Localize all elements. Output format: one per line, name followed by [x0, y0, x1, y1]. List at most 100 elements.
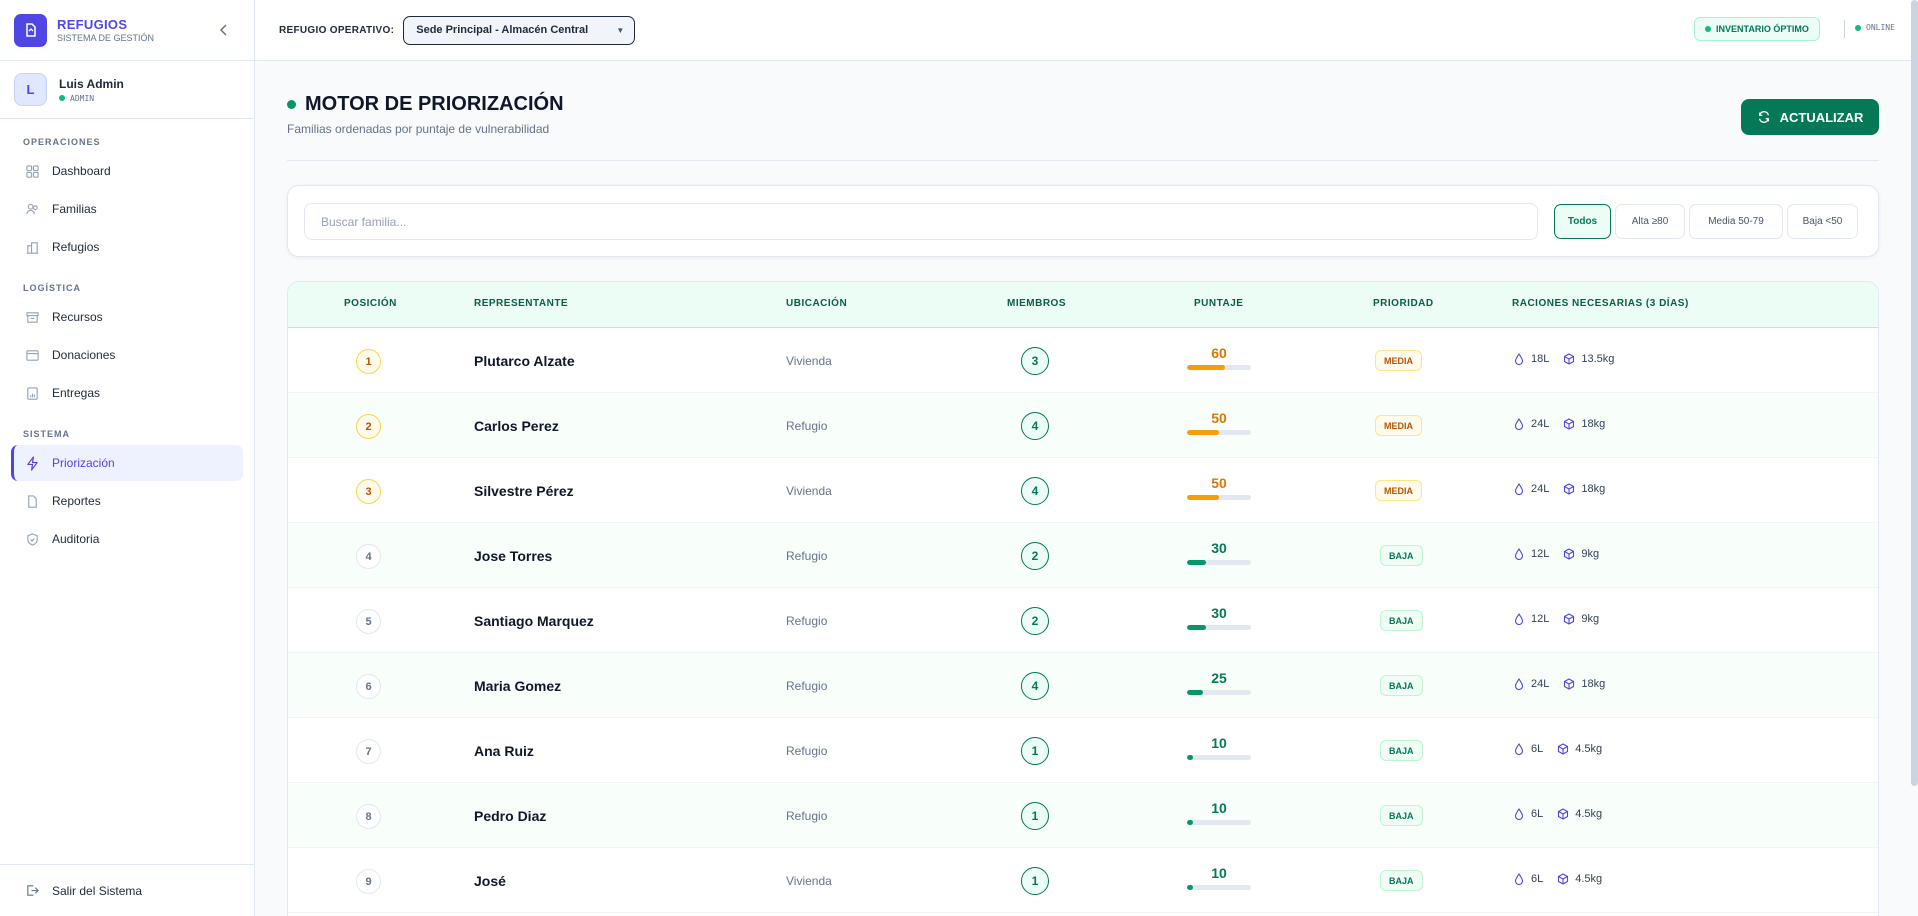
food-ration: 4.5kg — [1575, 808, 1603, 820]
refresh-button[interactable]: ACTUALIZAR — [1741, 99, 1879, 135]
representative-name: Maria Gomez — [474, 678, 562, 694]
score-value: 25 — [1211, 670, 1227, 686]
filter-chip-todos[interactable]: Todos — [1554, 204, 1611, 239]
score-bar-fill — [1187, 495, 1219, 500]
column-header-raciones: RACIONES NECESARIAS (3 DÍAS) — [1512, 298, 1689, 309]
food-ration: 18kg — [1581, 418, 1606, 430]
table-row[interactable]: 9 José Vivienda 1 10 BAJA 6L 4.5kg — [288, 848, 1878, 913]
score-bar — [1187, 560, 1251, 565]
water-drop-icon — [1514, 483, 1524, 495]
sidebar-item-entregas[interactable]: Entregas — [11, 375, 243, 411]
food-ration: 9kg — [1581, 548, 1600, 560]
sidebar-item-donaciones[interactable]: Donaciones — [11, 337, 243, 373]
score-bar-fill — [1187, 365, 1226, 370]
filter-chip-baja[interactable]: Baja <50 — [1787, 204, 1858, 239]
water-ration: 6L — [1531, 808, 1544, 820]
members-count: 4 — [1021, 477, 1049, 505]
priority-filter-chips: Todos Alta ≥80 Media 50-79 Baja <50 — [1554, 204, 1862, 239]
brand-title: REFUGIOS — [57, 17, 128, 32]
filter-chip-media[interactable]: Media 50-79 — [1689, 204, 1783, 239]
filter-chip-alta[interactable]: Alta ≥80 — [1615, 204, 1685, 239]
water-drop-icon — [1514, 353, 1524, 365]
priority-badge: MEDIA — [1375, 480, 1422, 501]
score: 30 — [1187, 540, 1251, 565]
table-row[interactable]: 1 Plutarco Alzate Vivienda 3 60 MEDIA 18… — [288, 328, 1878, 393]
sidebar-item-recursos[interactable]: Recursos — [11, 299, 243, 335]
representative-name: Silvestre Pérez — [474, 483, 574, 499]
package-icon — [1564, 613, 1575, 625]
score-bar-fill — [1187, 430, 1219, 435]
sidebar-item-reportes[interactable]: Reportes — [11, 483, 243, 519]
rations: 12L 9kg — [1513, 613, 1599, 625]
score-bar-fill — [1187, 885, 1194, 890]
document-icon — [28, 494, 37, 508]
sidebar-item-refugios[interactable]: Refugios — [11, 229, 243, 265]
rations: 6L 4.5kg — [1513, 873, 1602, 885]
nav-section-logistica: LOGÍSTICA — [23, 283, 81, 293]
package-icon — [1558, 808, 1569, 820]
table-row[interactable]: 7 Ana Ruiz Refugio 1 10 BAJA 6L 4.5kg — [288, 718, 1878, 783]
refresh-icon — [1758, 111, 1769, 123]
refugio-select[interactable]: Sede Principal - Almacén Central ▼ — [403, 15, 636, 45]
package-icon — [1558, 873, 1569, 885]
table-row[interactable]: 4 Jose Torres Refugio 2 30 BAJA 12L 9kg — [288, 523, 1878, 588]
collapse-sidebar-button[interactable] — [216, 22, 232, 38]
nav-section-operaciones: OPERACIONES — [23, 137, 101, 147]
users-icon — [26, 203, 38, 214]
location: Refugio — [786, 549, 828, 563]
score-value: 30 — [1211, 605, 1227, 621]
score-value: 50 — [1211, 475, 1227, 491]
water-ration: 12L — [1531, 548, 1550, 560]
page-subtitle: Familias ordenadas por puntaje de vulner… — [287, 122, 550, 136]
members-count: 4 — [1021, 672, 1049, 700]
table-row[interactable]: 3 Silvestre Pérez Vivienda 4 50 MEDIA 24… — [288, 458, 1878, 523]
representative-name: Santiago Marquez — [474, 613, 594, 629]
online-status: ONLINE — [1855, 23, 1895, 32]
position-badge: 5 — [356, 609, 381, 634]
score-bar-fill — [1187, 625, 1207, 630]
sidebar-item-auditoria[interactable]: Auditoria — [11, 521, 243, 557]
score-value: 10 — [1211, 735, 1227, 751]
scrollbar[interactable] — [1911, 0, 1918, 786]
food-ration: 4.5kg — [1575, 873, 1603, 885]
package-icon — [1558, 743, 1569, 755]
score: 60 — [1187, 345, 1251, 370]
table-row[interactable]: 6 Maria Gomez Refugio 4 25 BAJA 24L 18kg — [288, 653, 1878, 718]
user-profile[interactable]: L Luis Admin ADMIN — [0, 61, 254, 119]
members-count: 3 — [1021, 347, 1049, 375]
position-badge: 2 — [356, 414, 381, 439]
score-value: 60 — [1211, 345, 1227, 361]
score: 10 — [1187, 735, 1251, 760]
shield-icon — [27, 532, 38, 546]
column-header-ubicacion: UBICACIÓN — [786, 298, 848, 309]
food-ration: 18kg — [1581, 483, 1606, 495]
divider — [287, 160, 1879, 161]
table-row[interactable]: 8 Pedro Diaz Refugio 1 10 BAJA 6L 4.5kg — [288, 783, 1878, 848]
table-row[interactable]: 5 Santiago Marquez Refugio 2 30 BAJA 12L… — [288, 588, 1878, 653]
column-header-posicion: POSICIÓN — [344, 298, 397, 309]
score-bar-fill — [1187, 560, 1207, 565]
rations: 6L 4.5kg — [1513, 743, 1602, 755]
score-bar — [1187, 820, 1251, 825]
lightning-icon — [27, 455, 38, 471]
sidebar-item-familias[interactable]: Familias — [11, 191, 243, 227]
priority-badge: MEDIA — [1375, 350, 1422, 371]
package-icon — [1564, 678, 1575, 690]
logout-button[interactable]: Salir del Sistema — [0, 864, 254, 916]
position-badge: 7 — [356, 739, 381, 764]
sidebar-item-priorizacion[interactable]: Priorización — [11, 445, 243, 481]
score: 50 — [1187, 410, 1251, 435]
score: 50 — [1187, 475, 1251, 500]
water-drop-icon — [1514, 418, 1524, 430]
table-row[interactable]: 2 Carlos Perez Refugio 4 50 MEDIA 24L 18… — [288, 393, 1878, 458]
score-value: 30 — [1211, 540, 1227, 556]
score-bar — [1187, 755, 1251, 760]
water-ration: 18L — [1531, 353, 1550, 365]
priority-badge: MEDIA — [1375, 415, 1422, 436]
sidebar-item-dashboard[interactable]: Dashboard — [11, 153, 243, 189]
water-drop-icon — [1514, 743, 1524, 755]
card-icon — [26, 349, 39, 361]
score-bar — [1187, 625, 1251, 630]
search-input[interactable] — [304, 203, 1538, 240]
online-dot-icon — [59, 95, 65, 101]
